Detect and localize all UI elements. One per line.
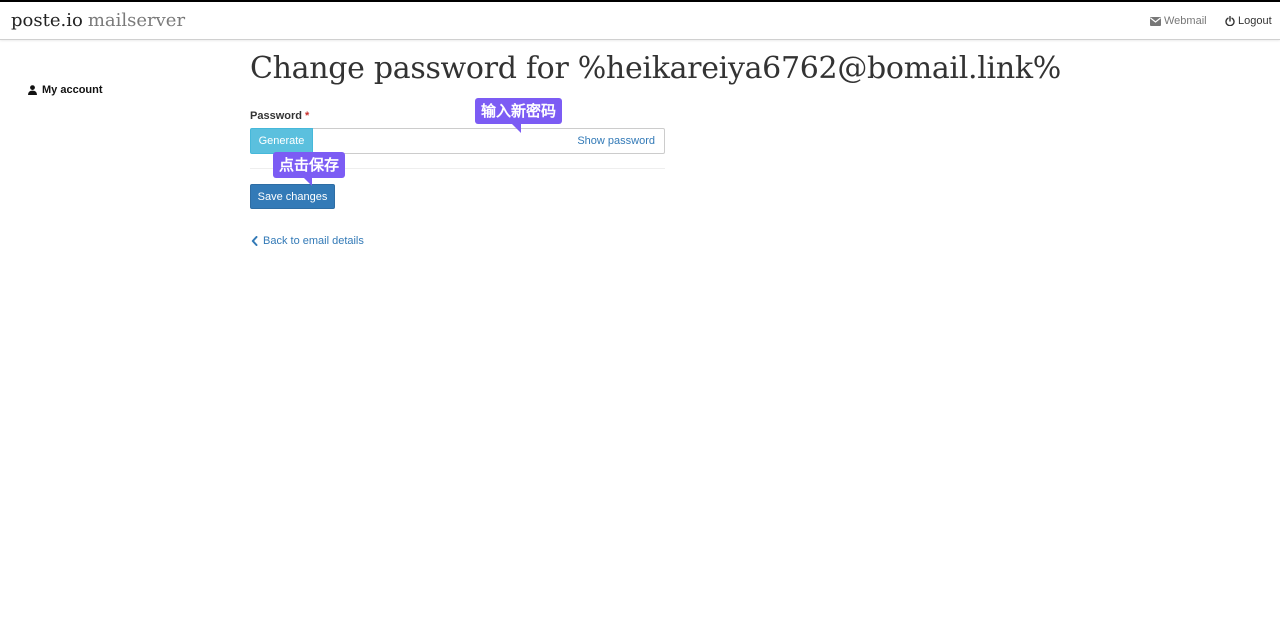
back-to-email-details-link[interactable]: Back to email details: [251, 235, 364, 247]
enter-password-annotation: 输入新密码: [475, 98, 563, 133]
password-label: Password *: [250, 110, 309, 122]
generate-button[interactable]: Generate: [250, 128, 313, 154]
brand-name: poste.io: [11, 10, 83, 31]
logout-label: Logout: [1238, 15, 1272, 27]
required-marker: *: [305, 110, 310, 122]
click-save-annotation: 点击保存: [273, 152, 346, 186]
annotation-pointer: [511, 123, 521, 133]
back-link-label: Back to email details: [263, 235, 364, 247]
show-password-link[interactable]: Show password: [573, 128, 665, 154]
annotation-pointer: [303, 177, 312, 186]
brand-suffix: mailserver: [87, 10, 186, 31]
page-title: Change password for %heikareiya6762@boma…: [250, 51, 1061, 86]
sidebar-item-my-account[interactable]: My account: [28, 84, 103, 96]
save-changes-button[interactable]: Save changes: [250, 184, 335, 209]
webmail-label: Webmail: [1164, 15, 1207, 27]
power-icon: [1225, 16, 1235, 26]
envelope-icon: [1150, 16, 1161, 26]
password-input[interactable]: [313, 128, 574, 154]
password-input-group: Generate Show password: [250, 128, 665, 154]
top-navbar: poste.io mailserver Webmail Logout: [0, 2, 1280, 40]
chevron-left-icon: [251, 236, 258, 246]
password-label-text: Password: [250, 110, 302, 122]
click-save-annotation-text: 点击保存: [279, 156, 340, 174]
logout-link[interactable]: Logout: [1225, 14, 1272, 28]
sidebar-item-label: My account: [42, 84, 103, 96]
brand-logo[interactable]: poste.io mailserver: [11, 10, 185, 32]
enter-password-annotation-text: 输入新密码: [481, 102, 557, 120]
user-icon: [28, 85, 37, 95]
webmail-link[interactable]: Webmail: [1150, 14, 1207, 28]
